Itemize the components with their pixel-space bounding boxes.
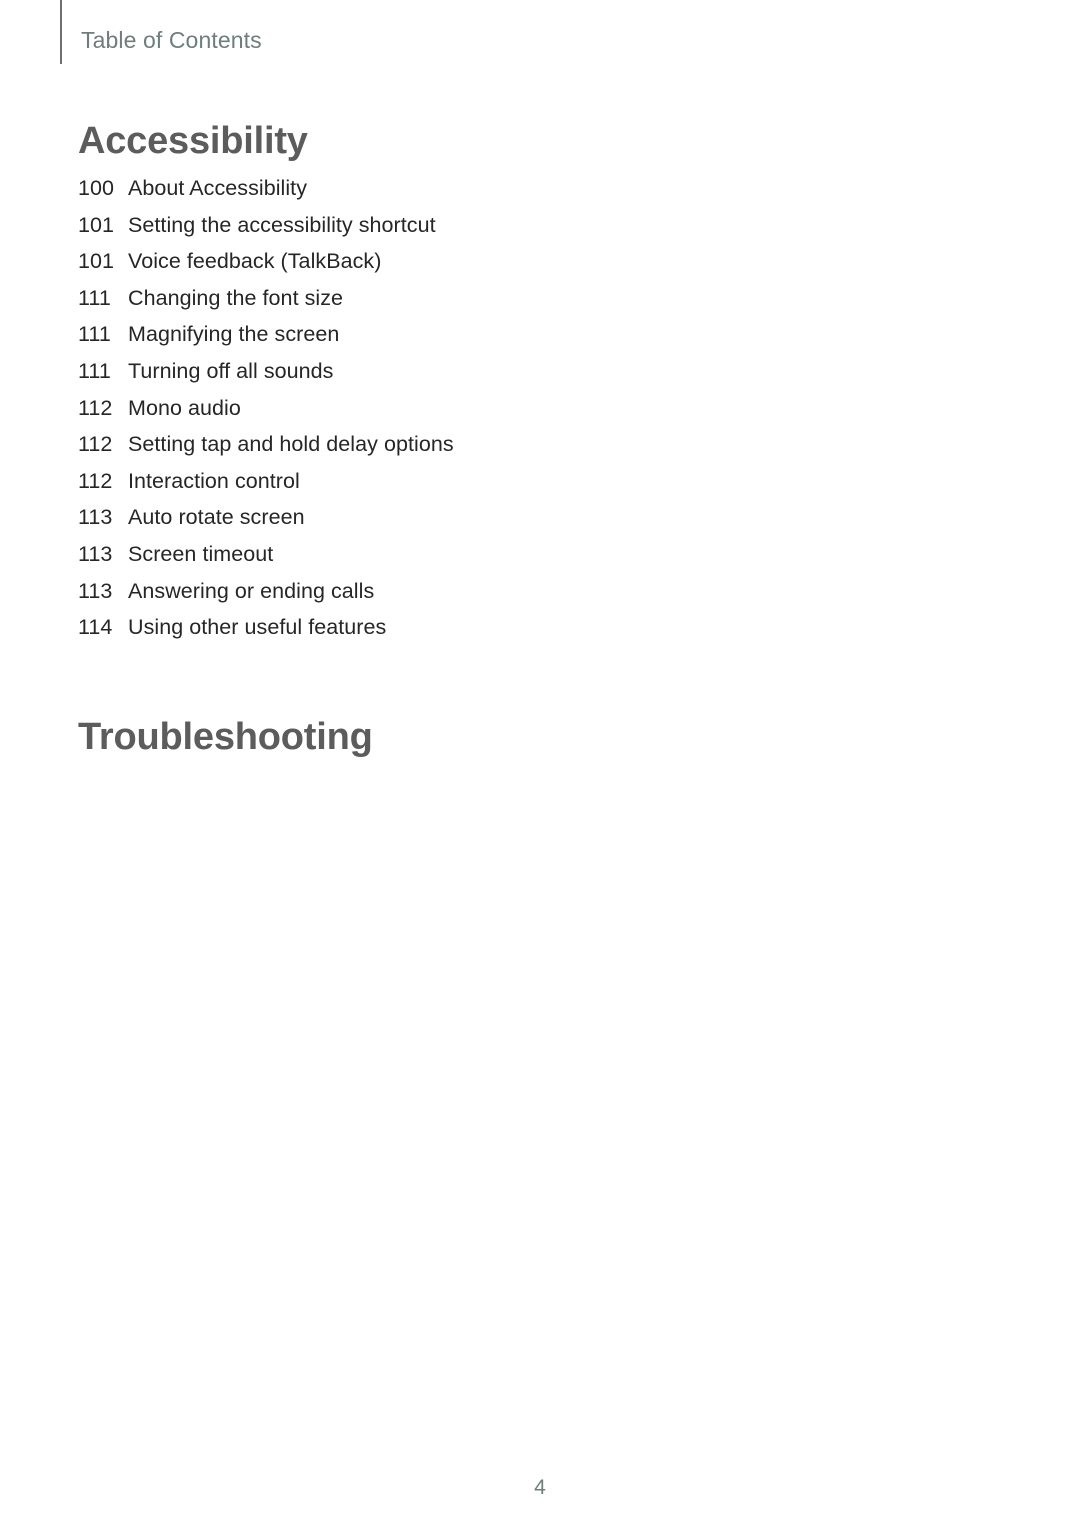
toc-entry-page-number: 113 [78,541,113,566]
toc-entry-label: Voice feedback (TalkBack) [128,249,382,274]
toc-entry[interactable]: 111 Changing the font size [78,286,454,323]
toc-entry-label: Magnifying the screen [128,322,340,347]
toc-entry[interactable]: 101 Voice feedback (TalkBack) [78,249,454,286]
section-heading: Troubleshooting [78,716,373,758]
toc-entry[interactable]: 112 Mono audio [78,396,454,433]
toc-entry-page-number: 100 [78,176,115,200]
toc-entry-page-number: 113 [78,578,113,603]
toc-entry-page-number: 112 [78,395,113,420]
toc-entry-page-number: 114 [78,615,113,640]
toc-entry-label: Screen timeout [128,541,274,566]
page-number: 4 [534,1476,546,1499]
toc-entry-label: Answering or ending calls [128,578,375,603]
section-heading: Accessibility [78,120,308,162]
toc-entry[interactable]: 101 Setting the accessibility shortcut [78,213,454,250]
header-vertical-rule [60,0,62,64]
toc-entry-label: Auto rotate screen [128,505,305,530]
toc-entry-page-number: 112 [78,468,113,493]
toc-entry-page-number: 111 [78,322,111,347]
toc-entry-page-number: 112 [78,432,113,457]
toc-entry[interactable]: 112 Interaction control [78,469,454,506]
toc-entry[interactable]: 100 About Accessibility [78,176,454,213]
toc-entry-label: Setting tap and hold delay options [128,432,454,457]
running-header-label: Table of Contents [81,27,262,53]
toc-entry[interactable]: 111 Magnifying the screen [78,322,454,359]
document-page: Table of Contents Accessibility 100 About… [0,0,1080,1527]
toc-entry-label: Mono audio [128,395,241,420]
running-header: Table of Contents [60,0,262,64]
toc-entry-label: Changing the font size [128,285,344,310]
toc-entry[interactable]: 113 Auto rotate screen [78,505,454,542]
toc-entry-page-number: 101 [78,212,115,237]
toc-entry-page-number: 113 [78,505,113,530]
toc-entry-label: Setting the accessibility shortcut [128,212,436,237]
section-troubleshooting: Troubleshooting [78,718,373,756]
toc-entry[interactable]: 112 Setting tap and hold delay options [78,432,454,469]
toc-entry-page-number: 101 [78,249,115,274]
toc-entry-label: About Accessibility [128,176,308,200]
toc-entry-page-number: 111 [78,285,111,310]
toc-entry[interactable]: 111 Turning off all sounds [78,359,454,396]
toc-entry[interactable]: 114 Using other useful features [78,615,454,652]
toc-entry-page-number: 111 [78,358,111,383]
toc-entry-label: Using other useful features [128,615,387,640]
toc-entry-label: Turning off all sounds [128,358,334,383]
toc-entry[interactable]: 113 Answering or ending calls [78,579,454,616]
toc-list-accessibility: 100 About Accessibility 101 Setting the acc… [78,176,454,652]
toc-entry[interactable]: 113 Screen timeout [78,542,454,579]
toc-entry-label: Interaction control [128,468,300,493]
section-accessibility: Accessibility 100 About Accessibility 101 S… [78,122,454,652]
